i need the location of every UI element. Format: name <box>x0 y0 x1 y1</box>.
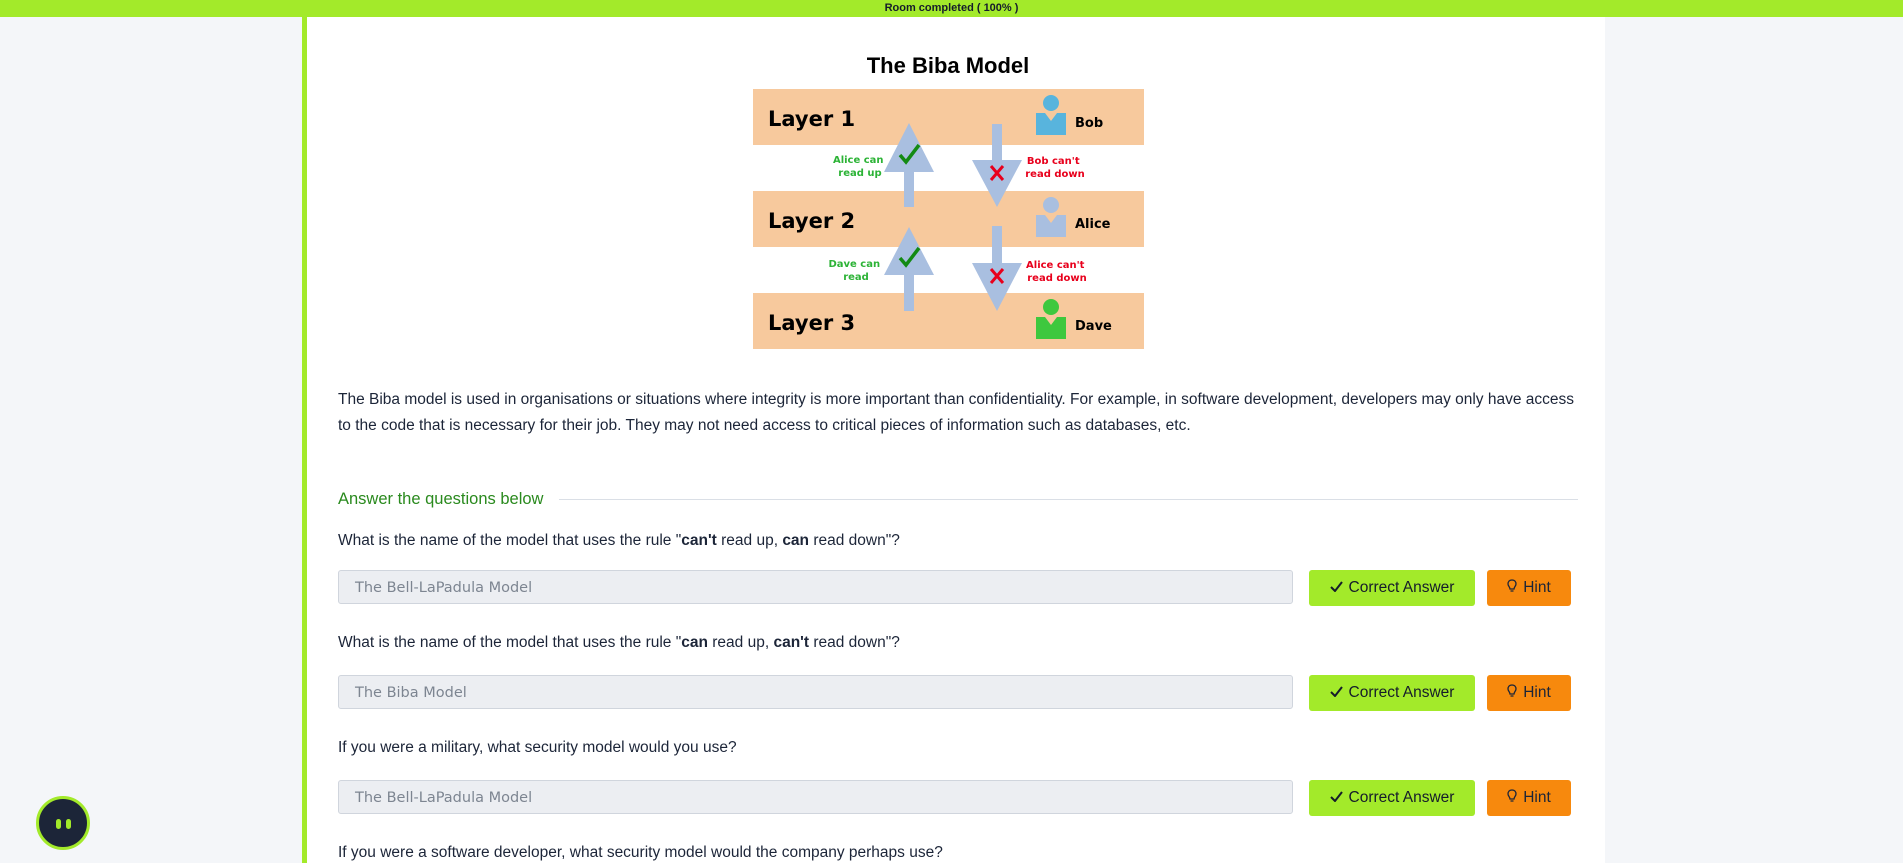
dave-label: Dave <box>1075 319 1112 334</box>
layer-2-label: Layer 2 <box>768 209 855 233</box>
question-2-answer-row: The Biba Model Correct Answer Hint <box>338 675 1571 711</box>
question-1-correct-answer-button[interactable]: Correct Answer <box>1309 570 1475 606</box>
question-3-answer-row: The Bell-LaPadula Model Correct Answer H… <box>338 780 1571 816</box>
task-description: The Biba model is used in organisations … <box>338 391 1575 434</box>
question-3-text: If you were a military, what security mo… <box>338 739 737 756</box>
chat-bot-right-eye <box>66 819 71 829</box>
check-icon <box>1329 684 1343 702</box>
lightbulb-icon <box>1507 788 1517 808</box>
questions-section-header: Answer the questions below <box>338 487 1578 511</box>
question-3-hint-button[interactable]: Hint <box>1487 780 1571 816</box>
correct-answer-label: Correct Answer <box>1348 579 1455 596</box>
lightbulb-icon <box>1507 578 1517 598</box>
alice-can-read-up-note: Alice can read up <box>833 155 887 179</box>
chat-bot-left-eye <box>56 819 61 829</box>
question-1-hint-button[interactable]: Hint <box>1487 570 1571 606</box>
question-4-text: If you were a software developer, what s… <box>338 844 943 861</box>
hint-label: Hint <box>1523 789 1551 806</box>
layer-3-label: Layer 3 <box>768 311 855 335</box>
question-1-answer-row: The Bell-LaPadula Model Correct Answer H… <box>338 570 1571 606</box>
section-divider <box>559 498 1578 500</box>
question-2-hint-button[interactable]: Hint <box>1487 675 1571 711</box>
chat-bot-icon[interactable] <box>36 796 90 850</box>
alice-label: Alice <box>1075 217 1111 232</box>
bob-cant-read-down-note: Bob can't read down <box>1025 156 1085 180</box>
bob-label: Bob <box>1075 116 1103 131</box>
layer-1-label: Layer 1 <box>768 107 855 131</box>
biba-model-diagram: The Biba Model Layer 1 Layer 2 Layer 3 B… <box>748 37 1148 357</box>
room-progress-label: Room completed ( 100% ) <box>884 2 1019 14</box>
question-2-text: What is the name of the model that uses … <box>338 634 900 651</box>
lightbulb-icon <box>1507 683 1517 703</box>
question-1-text: What is the name of the model that uses … <box>338 532 900 549</box>
question-3-answer-field[interactable]: The Bell-LaPadula Model <box>338 780 1293 814</box>
questions-section-title: Answer the questions below <box>338 489 544 508</box>
task-content: The Biba Model Layer 1 Layer 2 Layer 3 B… <box>302 17 1605 863</box>
question-2-answer-field[interactable]: The Biba Model <box>338 675 1293 709</box>
question-1-answer-field[interactable]: The Bell-LaPadula Model <box>338 570 1293 604</box>
correct-answer-label: Correct Answer <box>1348 789 1455 806</box>
question-3-correct-answer-button[interactable]: Correct Answer <box>1309 780 1475 816</box>
check-icon <box>1329 789 1343 807</box>
hint-label: Hint <box>1523 684 1551 701</box>
question-2-correct-answer-button[interactable]: Correct Answer <box>1309 675 1475 711</box>
diagram-title: The Biba Model <box>867 53 1030 78</box>
dave-can-read-note: Dave can read <box>828 259 883 283</box>
alice-cant-read-down-note: Alice can't read down <box>1026 260 1088 284</box>
check-icon <box>1329 579 1343 597</box>
correct-answer-label: Correct Answer <box>1348 684 1455 701</box>
room-progress-bar: Room completed ( 100% ) <box>0 0 1903 17</box>
hint-label: Hint <box>1523 579 1551 596</box>
